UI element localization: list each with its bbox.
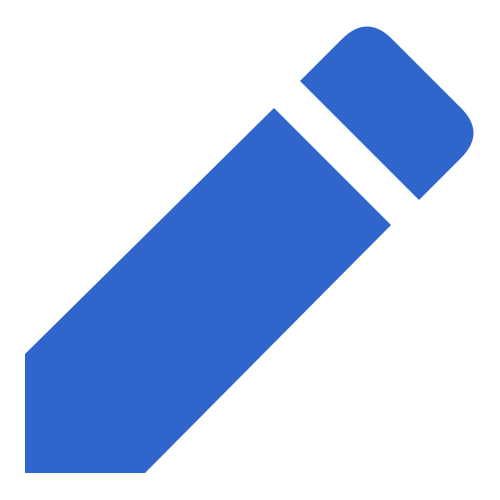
edit-button[interactable] — [0, 0, 500, 500]
pencil-icon — [25, 26, 474, 473]
icon-canvas — [0, 0, 500, 500]
pencil-body — [25, 108, 391, 473]
